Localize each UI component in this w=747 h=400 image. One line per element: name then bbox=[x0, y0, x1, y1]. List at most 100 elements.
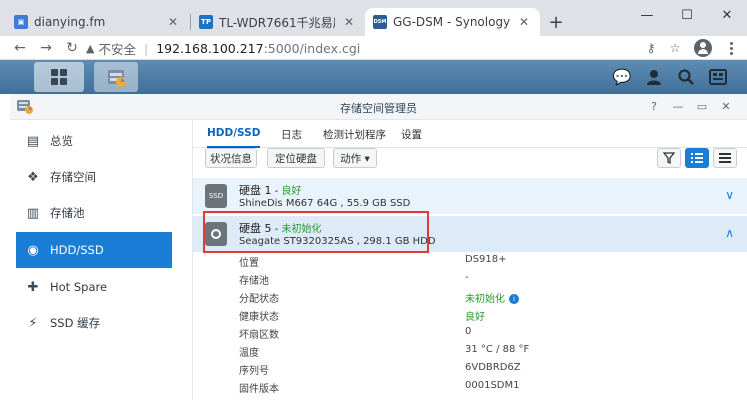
tab-title: dianying.fm bbox=[34, 15, 106, 29]
action-dropdown-button[interactable]: 动作 ▾ bbox=[333, 148, 377, 168]
sidebar-item-storage-pool[interactable]: ▥ 存储池 bbox=[16, 196, 172, 230]
locate-disk-button[interactable]: 定位硬盘 bbox=[267, 148, 325, 168]
detail-row: 序列号 6VDBRD6Z bbox=[193, 362, 747, 380]
address-bar: ← → ↻ ▲ 不安全 | 192.168.100.217 :5000/inde… bbox=[0, 36, 747, 60]
disk-row-1[interactable]: SSD 硬盘 1 - 良好 ShineDis M667 64G , 55.9 G… bbox=[193, 178, 747, 214]
url-field[interactable]: ▲ 不安全 | 192.168.100.217 :5000/index.cgi bbox=[86, 37, 642, 59]
dianying-favicon: ▣ bbox=[14, 15, 28, 29]
key-icon[interactable]: ⚷ bbox=[642, 39, 660, 57]
disk-status-separator: - bbox=[271, 186, 282, 197]
sidebar-item-label: 存储池 bbox=[50, 206, 85, 220]
url-host: 192.168.100.217 bbox=[156, 40, 264, 56]
app-maximize-button[interactable]: ▭ bbox=[694, 98, 710, 114]
detail-key: 分配状态 bbox=[239, 294, 279, 305]
taskbar-storage-manager-button[interactable] bbox=[94, 62, 138, 92]
tab-test-scheduler[interactable]: 检测计划程序 bbox=[323, 120, 386, 148]
detail-key: 位置 bbox=[239, 258, 259, 269]
app-close-button[interactable]: ✕ bbox=[718, 98, 734, 114]
app-title-bar: 存储空间管理员 ? — ▭ ✕ bbox=[10, 94, 747, 120]
detail-row: 健康状态 良好 bbox=[193, 308, 747, 326]
hotspare-icon: ✚ bbox=[27, 279, 39, 295]
main-content: HDD/SSD 日志 检测计划程序 设置 状况信息 定位硬盘 动作 ▾ SSD … bbox=[192, 120, 747, 400]
star-icon[interactable]: ☆ bbox=[666, 39, 684, 57]
detail-row: 温度 31 °C / 88 °F bbox=[193, 344, 747, 362]
highlight-annotation-box bbox=[203, 211, 429, 253]
detail-value: 6VDBRD6Z bbox=[465, 362, 521, 373]
sidebar-item-label: 存储空间 bbox=[50, 170, 96, 184]
sidebar-item-label: 总览 bbox=[50, 134, 73, 148]
status-info-button[interactable]: 状况信息 bbox=[205, 148, 257, 168]
sidebar-item-hdd-ssd[interactable]: ◉ HDD/SSD bbox=[16, 232, 172, 268]
window-minimize-button[interactable]: — bbox=[627, 0, 667, 30]
window-close-button[interactable]: ✕ bbox=[707, 0, 747, 30]
detail-row: 固件版本 0001SDM1 bbox=[193, 380, 747, 398]
chevron-up-icon[interactable]: ∧ bbox=[725, 226, 734, 240]
content-tabs: HDD/SSD 日志 检测计划程序 设置 bbox=[193, 120, 747, 148]
tab-log[interactable]: 日志 bbox=[281, 120, 302, 148]
ssd-icon: SSD bbox=[205, 184, 227, 208]
new-tab-button[interactable]: + bbox=[544, 10, 568, 34]
menu-icon bbox=[719, 153, 731, 163]
browser-tab-tplink[interactable]: TP TL-WDR7661千兆易展版 ✕ bbox=[191, 8, 365, 36]
sidebar-item-label: Hot Spare bbox=[50, 280, 108, 294]
disk-name: 硬盘 1 bbox=[239, 184, 272, 197]
security-label: 不安全 bbox=[98, 41, 136, 57]
overview-icon: ▤ bbox=[26, 133, 40, 149]
filter-button[interactable] bbox=[657, 148, 681, 168]
pool-icon: ▥ bbox=[26, 205, 40, 221]
detail-row: 坏扇区数 0 bbox=[193, 326, 747, 344]
reload-icon[interactable]: ↻ bbox=[62, 38, 82, 58]
disk-icon: ◉ bbox=[27, 242, 39, 258]
sidebar-item-ssd-cache[interactable]: ⚡ SSD 缓存 bbox=[16, 306, 172, 340]
warning-icon: ▲ bbox=[86, 41, 95, 55]
list-view-icon bbox=[691, 153, 703, 163]
sidebar-item-hot-spare[interactable]: ✚ Hot Spare bbox=[16, 270, 172, 304]
forward-arrow-icon[interactable]: → bbox=[36, 38, 56, 58]
url-separator: | bbox=[143, 40, 149, 56]
detail-value: 未初始化 bbox=[465, 294, 505, 305]
help-button[interactable]: ? bbox=[646, 98, 662, 114]
dsm-taskbar: 💬 bbox=[0, 60, 747, 94]
detail-key: 序列号 bbox=[239, 366, 269, 377]
user-icon[interactable] bbox=[643, 66, 665, 88]
browser-tab-dianying[interactable]: ▣ dianying.fm ✕ bbox=[6, 8, 189, 36]
info-icon[interactable]: i bbox=[509, 294, 519, 304]
main-menu-button[interactable] bbox=[34, 62, 84, 92]
sidebar-item-label: HDD/SSD bbox=[50, 243, 104, 257]
dsm-favicon: DSM bbox=[373, 15, 387, 29]
search-icon[interactable] bbox=[675, 66, 697, 88]
widgets-icon[interactable] bbox=[707, 66, 729, 88]
tab-settings[interactable]: 设置 bbox=[401, 120, 422, 148]
browser-menu-icon[interactable] bbox=[722, 39, 740, 57]
sidebar-item-volume[interactable]: ❖ 存储空间 bbox=[16, 160, 172, 194]
tab-hdd-ssd[interactable]: HDD/SSD bbox=[207, 120, 261, 148]
close-icon[interactable]: ✕ bbox=[341, 15, 357, 29]
close-icon[interactable]: ✕ bbox=[165, 15, 181, 29]
detail-row: 分配状态 未初始化 i bbox=[193, 290, 747, 308]
list-view-button[interactable] bbox=[685, 148, 709, 168]
detail-value: 0 bbox=[465, 326, 472, 337]
browser-tab-bar: ▣ dianying.fm ✕ TP TL-WDR7661千兆易展版 ✕ DSM… bbox=[0, 0, 747, 36]
chat-icon[interactable]: 💬 bbox=[611, 66, 633, 88]
detail-key: 坏扇区数 bbox=[239, 330, 279, 341]
detail-row: 存储池 - bbox=[193, 272, 747, 290]
menu-view-button[interactable] bbox=[713, 148, 737, 168]
detail-value: 良好 bbox=[465, 312, 485, 323]
sidebar-item-overview[interactable]: ▤ 总览 bbox=[16, 124, 172, 158]
window-maximize-button[interactable]: ☐ bbox=[667, 0, 707, 30]
app-minimize-button[interactable]: — bbox=[670, 98, 686, 114]
profile-avatar-icon[interactable] bbox=[694, 39, 712, 57]
filter-icon bbox=[663, 152, 675, 164]
browser-tab-dsm[interactable]: DSM GG-DSM - Synology DiskStation ✕ bbox=[365, 8, 540, 36]
back-arrow-icon[interactable]: ← bbox=[10, 38, 30, 58]
sidebar-item-label: SSD 缓存 bbox=[50, 316, 101, 330]
detail-value: - bbox=[465, 272, 469, 283]
app-title: 存储空间管理员 bbox=[340, 102, 417, 115]
close-icon[interactable]: ✕ bbox=[516, 15, 532, 29]
chevron-down-icon[interactable]: ∨ bbox=[725, 188, 734, 202]
tab-title: TL-WDR7661千兆易展版 bbox=[219, 15, 335, 30]
detail-key: 固件版本 bbox=[239, 384, 279, 395]
detail-key: 温度 bbox=[239, 348, 259, 359]
grid-icon bbox=[51, 69, 67, 85]
disk-subtitle: ShineDis M667 64G , 55.9 GB SSD bbox=[239, 198, 411, 209]
